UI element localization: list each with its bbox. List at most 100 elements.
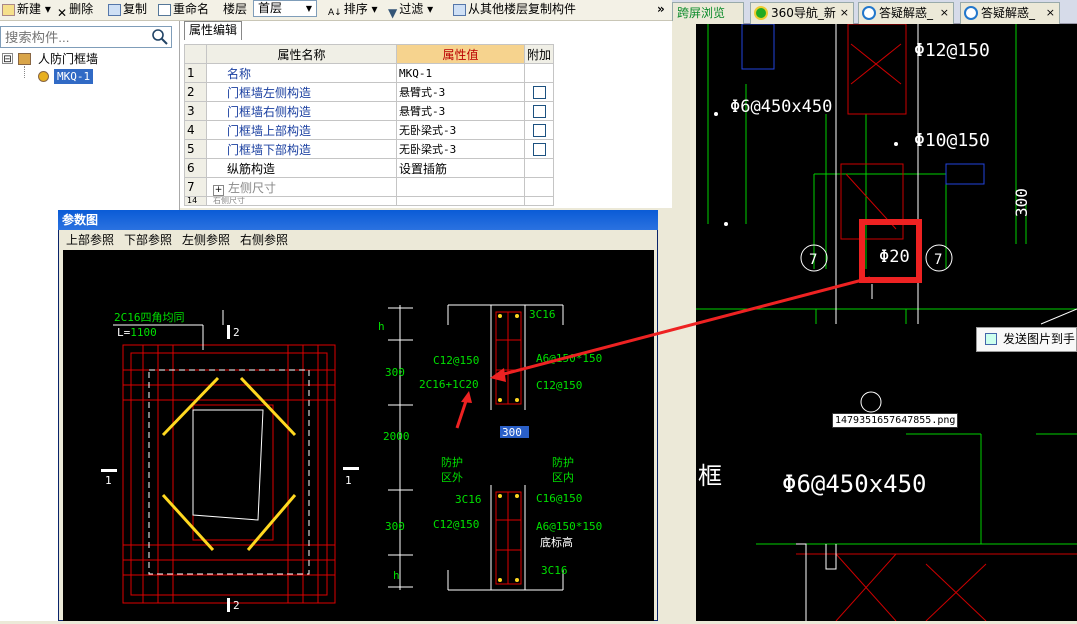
rebar-label: 3C16 [541,564,568,577]
copy-icon [108,3,121,16]
send-image-icon [985,333,997,345]
property-value [396,177,525,197]
browser-e-icon [862,6,876,20]
tab-answer-2[interactable]: 答疑解惑_ × [960,2,1060,24]
length-prefix: L= [117,326,131,339]
window-divider [672,21,696,621]
property-extra [523,139,555,159]
toolbar-overflow-button[interactable]: » [655,0,667,20]
cad-label: Φ10@150 [914,130,990,151]
section-mark-label: 2 [233,326,240,339]
tree-expand-toggle[interactable]: ⊟ [2,53,13,65]
property-value[interactable]: MKQ-1 [396,63,525,83]
rebar-label: 3C16 [529,308,556,321]
rebar-label: 2C16+1C20 [419,378,479,391]
row-number: 14 [184,196,207,206]
row-number-header [184,44,207,64]
menu-bottom-reference[interactable]: 下部参照 [124,231,172,249]
property-value[interactable]: 无卧梁式-3 [396,120,525,140]
copy-button[interactable]: 复制 [106,0,149,20]
property-value[interactable]: 设置插筋 [396,158,525,178]
annotation-arrow [455,397,469,429]
table-row[interactable]: 7 + 左侧尺寸 [184,177,555,197]
property-name: 门框墙上部构造 [206,120,397,140]
cad-label: 7 [809,252,817,268]
row-number: 2 [184,82,207,102]
table-row[interactable]: 5 门框墙下部构造 无卧梁式-3 [184,139,555,159]
cad-drawing-view[interactable]: Φ12@150 Φ6@450x450 Φ10@150 300 Φ20 7 7 Φ… [696,23,1077,622]
new-button[interactable]: 新建 ▾ [0,0,53,20]
filter-icon: ▼ [388,5,398,20]
search-icon[interactable] [150,27,170,47]
rename-icon [158,3,171,16]
table-row[interactable]: 1 名称 MKQ-1 [184,63,555,83]
section-mark [101,469,117,472]
property-value[interactable]: 无卧梁式-3 [396,139,525,159]
rename-button[interactable]: 重命名 [156,0,211,20]
property-group[interactable]: + 左侧尺寸 [206,177,397,197]
floor-label: 楼层 [223,2,248,16]
rebar-label: A6@150*150 [536,520,602,533]
rebar-label: C12@150 [536,379,582,392]
cad-label: 300 [1012,188,1031,217]
send-image-popup[interactable]: 发送图片到手 [976,327,1077,352]
table-row[interactable]: 6 纵筋构造 设置插筋 [184,158,555,178]
search-input[interactable] [0,26,172,48]
property-extra [523,158,555,178]
floor-select[interactable]: 首层 ▼ [253,0,317,17]
cad-white-lines [796,24,1077,621]
table-row[interactable]: 4 门框墙上部构造 无卧梁式-3 [184,120,555,140]
length-label: L=1100 [117,326,157,339]
delete-icon: ✕ [57,5,68,20]
cad-label: 框 [698,462,722,490]
browser-tab-bar: 跨屏浏览 360导航_新 × 答疑解惑_ × 答疑解惑_ × [672,0,1077,24]
tree-root-label[interactable]: 人防门框墙 [38,51,98,67]
property-extra-header: 附加 [523,44,555,64]
zone-label: 区内 [552,470,574,484]
table-row[interactable]: 14 右侧尺寸 [184,196,555,206]
tree-item-mkq-1[interactable]: MKQ-1 [54,69,94,84]
row-number: 5 [184,139,207,159]
attach-checkbox[interactable] [532,143,546,156]
property-name: 门框墙右侧构造 [206,101,397,121]
close-icon[interactable]: × [940,3,949,23]
annotation-arrowhead [461,391,472,403]
filter-button[interactable]: ▼ 过滤 ▾ [386,0,435,20]
table-row[interactable]: 2 门框墙左侧构造 悬臂式-3 [184,82,555,102]
tab-property-edit[interactable]: 属性编辑 [184,21,242,40]
close-icon[interactable]: × [1046,3,1055,23]
rebar-label: C12@150 [433,518,479,531]
property-extra [523,177,555,197]
cad-red-lines [796,23,1077,622]
section-mark-label: 1 [105,474,112,487]
delete-button[interactable]: ✕ 删除 [55,0,95,20]
property-extra [523,63,555,83]
menu-top-reference[interactable]: 上部参照 [66,231,114,249]
sort-button[interactable]: A↓ 排序 ▾ [326,0,380,20]
cad-label: Φ20 [879,247,910,267]
plan-corner-bars [161,376,297,552]
close-icon[interactable]: × [840,3,849,23]
row-number: 7 [184,177,207,197]
table-row[interactable]: 3 门框墙右侧构造 悬臂式-3 [184,101,555,121]
copy-from-floor-button[interactable]: 从其他楼层复制构件 [451,0,578,20]
attach-checkbox[interactable] [532,105,546,118]
cad-label: Φ6@450x450 [730,97,832,117]
menu-right-reference[interactable]: 右侧参照 [240,231,288,249]
length-value: 1100 [130,326,157,339]
attach-checkbox[interactable] [532,124,546,137]
dim-label: 300 [385,366,405,379]
dim-label: 2000 [383,430,410,443]
plan-red-rebar [122,344,336,604]
menu-left-reference[interactable]: 左侧参照 [182,231,230,249]
property-table: 属性名称 属性值 附加 1 名称 MKQ-1 2 门框墙左侧构造 悬臂式-3 3 门框墙右… [184,44,555,206]
property-value[interactable]: 悬臂式-3 [396,82,525,102]
property-value[interactable]: 悬臂式-3 [396,101,525,121]
attach-checkbox[interactable] [532,86,546,99]
property-extra [523,120,555,140]
row-number: 3 [184,101,207,121]
tab-360-nav[interactable]: 360导航_新 × [750,2,854,24]
expand-plus-icon[interactable]: + [213,184,224,196]
row-number: 4 [184,120,207,140]
tab-answer-1[interactable]: 答疑解惑_ × [858,2,954,24]
